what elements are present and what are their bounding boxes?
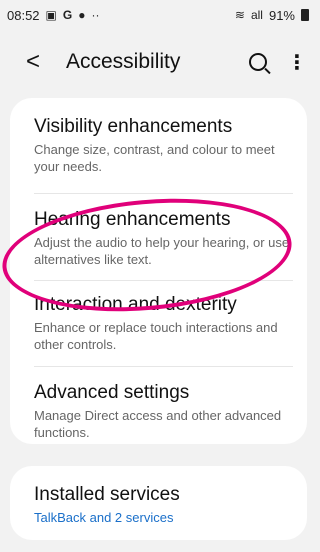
signal-icon: all [250, 8, 263, 22]
gallery-icon: ▣ [45, 8, 57, 22]
item-subtitle: Enhance or replace touch interactions an… [34, 320, 278, 352]
item-title: Visibility enhancements [34, 116, 233, 137]
status-bar: 08:52 ▣ G ● ·· ≋ all 91% [0, 0, 317, 30]
item-title: Hearing enhancements [34, 209, 231, 230]
status-left: 08:52 ▣ G ● ·· [7, 8, 99, 23]
item-title: Advanced settings [34, 382, 190, 403]
more-options-icon[interactable]: ⋮ [287, 50, 307, 75]
list-item-interaction[interactable]: Interaction and dexterity Enhance or rep… [34, 294, 293, 353]
overflow-dots: ·· [91, 8, 100, 22]
list-item-advanced[interactable]: Advanced settings Manage Direct access a… [34, 382, 293, 441]
item-subtitle: TalkBack and 2 services [34, 510, 174, 525]
item-title: Installed services [34, 484, 180, 505]
item-subtitle: Manage Direct access and other advanced … [34, 408, 282, 440]
list-item-installed-services[interactable]: Installed services TalkBack and 2 servic… [34, 484, 293, 526]
list-item-visibility[interactable]: Visibility enhancements Change size, con… [34, 116, 293, 175]
status-time: 08:52 [7, 7, 40, 23]
list-item-hearing[interactable]: Hearing enhancements Adjust the audio to… [34, 209, 293, 268]
battery-percent: 91% [268, 7, 295, 23]
settings-card: Visibility enhancements Change size, con… [10, 98, 307, 444]
wifi-icon: ≋ [234, 8, 245, 22]
google-icon: G [62, 8, 73, 22]
divider [34, 193, 293, 194]
status-right: ≋ all 91% [235, 8, 309, 23]
divider [34, 366, 293, 367]
app-bar: < Accessibility ⋮ [0, 30, 317, 94]
divider [34, 280, 293, 281]
back-arrow-icon[interactable]: < [26, 48, 52, 76]
item-subtitle: Change size, contrast, and colour to mee… [34, 142, 275, 174]
installed-services-card: Installed services TalkBack and 2 servic… [10, 466, 307, 540]
page-title: Accessibility [66, 50, 181, 73]
battery-icon [301, 9, 309, 21]
search-icon[interactable] [249, 53, 267, 71]
vpn-icon: ● [78, 8, 86, 22]
item-subtitle: Adjust the audio to help your hearing, o… [34, 235, 290, 267]
item-title: Interaction and dexterity [34, 294, 237, 315]
